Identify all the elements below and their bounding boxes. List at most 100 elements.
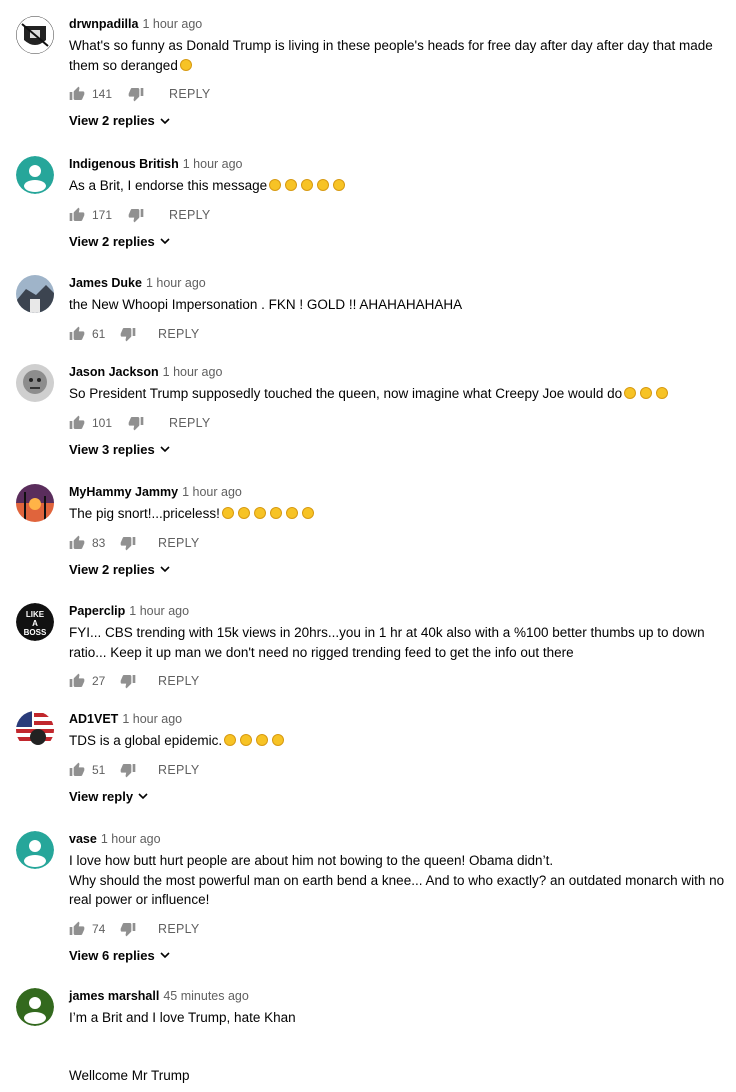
avatar[interactable]: [16, 484, 54, 522]
view-replies-button[interactable]: View 2 replies: [69, 562, 726, 577]
comment-time[interactable]: 1 hour ago: [101, 832, 161, 846]
like-button-icon[interactable]: [69, 415, 85, 431]
emoji-icon: [179, 58, 192, 71]
chevron-down-icon: [160, 117, 170, 124]
like-button-icon[interactable]: [69, 326, 85, 342]
dislike-button-icon[interactable]: [120, 326, 136, 342]
comment-author[interactable]: AD1VET: [69, 712, 118, 726]
like-button-icon[interactable]: [69, 921, 85, 937]
emoji-icon: [624, 387, 637, 399]
like-button-icon[interactable]: [69, 762, 85, 778]
comment-author[interactable]: vase: [69, 832, 97, 846]
emoji-icon: [240, 734, 253, 746]
avatar[interactable]: [16, 711, 54, 749]
svg-text:BOSS: BOSS: [24, 628, 47, 637]
comment-time[interactable]: 1 hour ago: [129, 604, 189, 618]
reply-button[interactable]: REPLY: [158, 327, 200, 341]
emoji-icon: [640, 387, 653, 399]
dislike-button-icon[interactable]: [120, 673, 136, 689]
comment-author[interactable]: James Duke: [69, 276, 142, 290]
comment-author[interactable]: drwnpadilla: [69, 17, 138, 31]
view-replies-button[interactable]: View 3 replies: [69, 442, 726, 457]
emoji-icon: [269, 507, 282, 519]
reply-button[interactable]: REPLY: [169, 416, 211, 430]
svg-text:LIKE: LIKE: [26, 610, 45, 619]
view-replies-button[interactable]: View 2 replies: [69, 234, 726, 249]
like-count: 51: [92, 762, 106, 777]
avatar[interactable]: LIKE A BOSS: [16, 603, 54, 641]
chevron-down-icon: [160, 952, 170, 959]
view-replies-button[interactable]: View 6 replies: [69, 948, 726, 963]
dislike-button-icon[interactable]: [128, 86, 144, 102]
comment-author[interactable]: Paperclip: [69, 604, 125, 618]
like-count: 74: [92, 921, 106, 936]
comment-text: TDS is a global epidemic.: [69, 731, 726, 751]
avatar[interactable]: [16, 156, 54, 194]
comment-time[interactable]: 1 hour ago: [146, 276, 206, 290]
comment-author[interactable]: Indigenous British: [69, 157, 179, 171]
emoji-icon: [333, 179, 346, 191]
emoji-icon: [221, 507, 234, 519]
comment-author[interactable]: Jason Jackson: [69, 365, 159, 379]
comment-text: As a Brit, I endorse this message: [69, 176, 726, 196]
comment-text: I’m a Brit and I love Trump, hate Khan We…: [69, 1010, 296, 1083]
comment-text: So President Trump supposedly touched th…: [69, 384, 726, 404]
like-button-icon[interactable]: [69, 535, 85, 551]
reply-button[interactable]: REPLY: [169, 208, 211, 222]
like-count: 27: [92, 674, 106, 688]
view-replies-button[interactable]: View 2 replies: [69, 113, 726, 128]
like-count: 101: [92, 415, 113, 430]
reply-button[interactable]: REPLY: [158, 536, 200, 550]
reply-button[interactable]: REPLY: [158, 922, 200, 936]
comment-time[interactable]: 1 hour ago: [182, 485, 242, 499]
chevron-down-icon: [160, 566, 170, 573]
dislike-button-icon[interactable]: [128, 207, 144, 223]
like-button-icon[interactable]: [69, 207, 85, 223]
emoji-icon: [256, 734, 269, 746]
chevron-down-icon: [138, 793, 148, 800]
comment-text: I love how butt hurt people are about hi…: [69, 853, 725, 907]
dislike-button-icon[interactable]: [128, 415, 144, 431]
emoji-icon: [656, 387, 669, 399]
avatar[interactable]: [16, 831, 54, 869]
like-button-icon[interactable]: [69, 86, 85, 102]
comment-time[interactable]: 1 hour ago: [122, 712, 182, 726]
like-count: 171: [92, 207, 113, 222]
like-count: 83: [92, 535, 106, 550]
dislike-button-icon[interactable]: [120, 762, 136, 778]
chevron-down-icon: [160, 238, 170, 245]
comment-time[interactable]: 1 hour ago: [183, 157, 243, 171]
avatar[interactable]: [16, 364, 54, 402]
comment-time[interactable]: 1 hour ago: [142, 17, 202, 31]
comment-text: FYI... CBS trending with 15k views in 20…: [69, 625, 705, 660]
emoji-icon: [285, 179, 298, 191]
emoji-icon: [285, 507, 298, 519]
avatar[interactable]: [16, 16, 54, 54]
avatar[interactable]: [16, 988, 54, 1026]
reply-button[interactable]: REPLY: [158, 763, 200, 777]
comment-author[interactable]: MyHammy Jammy: [69, 485, 178, 499]
emoji-icon: [272, 734, 285, 746]
comment-time[interactable]: 45 minutes ago: [163, 989, 248, 1003]
like-button-icon[interactable]: [69, 673, 85, 689]
comment-text: What's so funny as Donald Trump is livin…: [69, 38, 713, 73]
comment-text: the New Whoopi Impersonation . FKN ! GOL…: [69, 297, 463, 312]
comment-text: The pig snort!...priceless!: [69, 504, 726, 524]
comment-author[interactable]: james marshall: [69, 989, 159, 1003]
chevron-down-icon: [160, 446, 170, 453]
like-count: 141: [92, 87, 113, 101]
avatar[interactable]: [16, 275, 54, 313]
emoji-icon: [237, 507, 250, 519]
reply-button[interactable]: REPLY: [169, 87, 211, 101]
emoji-icon: [301, 507, 314, 519]
dislike-button-icon[interactable]: [120, 535, 136, 551]
svg-text:A: A: [32, 619, 38, 628]
emoji-icon: [269, 179, 282, 191]
reply-button[interactable]: REPLY: [158, 674, 200, 688]
emoji-icon: [253, 507, 266, 519]
view-replies-button[interactable]: View reply: [69, 789, 726, 804]
emoji-icon: [317, 179, 330, 191]
dislike-button-icon[interactable]: [120, 921, 136, 937]
emoji-icon: [224, 734, 237, 746]
comment-time[interactable]: 1 hour ago: [163, 365, 223, 379]
